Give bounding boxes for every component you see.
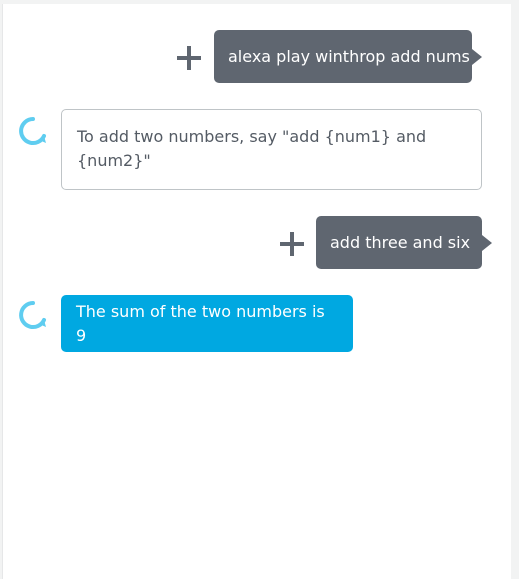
user-utterance-text: alexa play winthrop add nums [228, 46, 470, 66]
alexa-response-bubble-latest: The sum of the two numbers is 9 [61, 295, 353, 352]
alexa-ring-icon [19, 117, 46, 145]
user-utterance-bubble: alexa play winthrop add nums [214, 30, 482, 83]
user-utterance-text: add three and six [330, 232, 471, 252]
alexa-ring-icon [19, 301, 46, 329]
conversation-panel: alexa play winthrop add nums To add two … [2, 4, 511, 579]
user-utterance-bubble: add three and six [316, 216, 492, 269]
alexa-response-bubble: To add two numbers, say "add {num1} and … [61, 109, 482, 190]
plus-icon[interactable] [280, 232, 304, 256]
alexa-response-text: The sum of the two numbers is 9 [76, 301, 325, 345]
plus-icon[interactable] [177, 46, 201, 70]
alexa-response-text: To add two numbers, say "add {num1} and … [77, 127, 427, 170]
